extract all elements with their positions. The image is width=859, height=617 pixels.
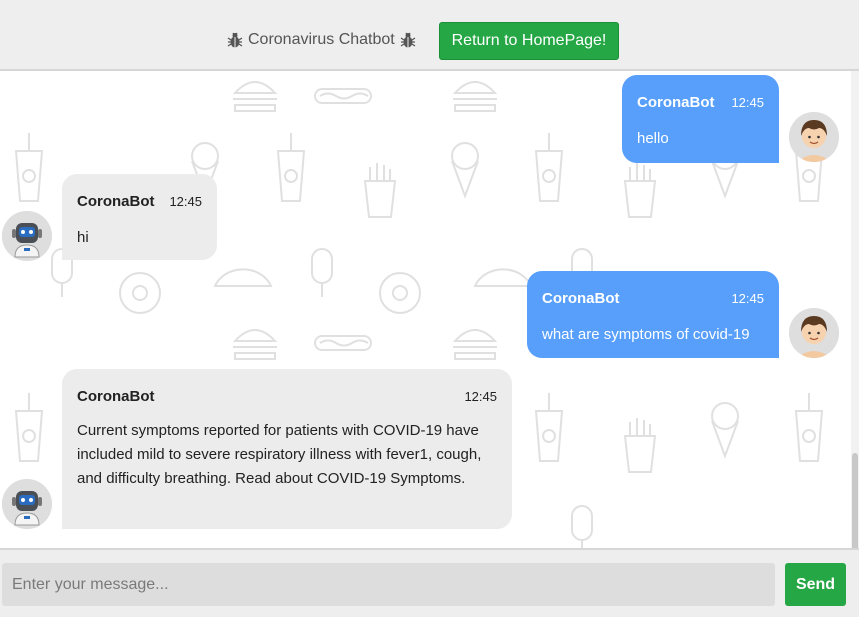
burger-icon xyxy=(452,329,498,360)
donut-icon xyxy=(119,272,161,314)
message-text: what are symptoms of covid-19 xyxy=(542,326,750,343)
message-bubble: CoronaBot 12:45 hi xyxy=(62,174,217,260)
fries-icon xyxy=(623,418,657,473)
message-text: hello xyxy=(637,130,669,147)
burger-icon xyxy=(232,329,278,360)
taco-icon xyxy=(473,268,533,287)
bot-avatar-icon xyxy=(2,211,52,261)
chat-header: Coronavirus Chatbot Return to HomePage! xyxy=(0,0,859,71)
popsicle-icon xyxy=(311,248,333,297)
chat-title-text: Coronavirus Chatbot xyxy=(248,31,395,48)
donut-icon xyxy=(379,272,421,314)
hotdog-icon xyxy=(314,335,372,351)
drink-cup-icon xyxy=(14,393,44,462)
drink-cup-icon xyxy=(794,393,824,462)
message-time: 12:45 xyxy=(731,94,764,110)
message-sender: CoronaBot xyxy=(637,93,715,111)
hotdog-icon xyxy=(314,88,372,104)
ice-cream-icon xyxy=(711,402,739,459)
drink-cup-icon xyxy=(534,393,564,462)
message-time: 12:45 xyxy=(464,388,497,404)
burger-icon xyxy=(452,81,498,112)
message-input-area: Send xyxy=(0,548,859,617)
message-bubble: CoronaBot 12:45 Current symptoms reporte… xyxy=(62,369,512,529)
send-button[interactable]: Send xyxy=(785,563,846,606)
chat-title: Coronavirus Chatbot xyxy=(226,30,417,50)
ice-cream-icon xyxy=(451,142,479,199)
user-avatar-icon xyxy=(789,112,839,162)
message-bubble: CoronaBot 12:45 what are symptoms of cov… xyxy=(527,271,779,358)
bot-avatar-icon xyxy=(2,479,52,529)
drink-cup-icon xyxy=(14,133,44,202)
return-home-button[interactable]: Return to HomePage! xyxy=(439,22,619,60)
drink-cup-icon xyxy=(534,133,564,202)
message-sender: CoronaBot xyxy=(77,387,155,405)
bug-icon xyxy=(400,32,416,48)
fries-icon xyxy=(363,163,397,218)
chat-messages-area: CoronaBot 12:45 hello CoronaBot 12:45 hi… xyxy=(0,71,859,548)
chat-scrollbar[interactable] xyxy=(851,71,859,613)
taco-icon xyxy=(213,268,273,287)
message-sender: CoronaBot xyxy=(77,192,155,210)
message-bubble: CoronaBot 12:45 hello xyxy=(622,75,779,163)
fries-icon xyxy=(623,163,657,218)
message-sender: CoronaBot xyxy=(542,289,620,307)
message-time: 12:45 xyxy=(169,193,202,209)
message-time: 12:45 xyxy=(731,290,764,306)
popsicle-icon xyxy=(571,505,593,548)
message-input[interactable] xyxy=(2,563,775,606)
drink-cup-icon xyxy=(276,133,306,202)
message-text: hi xyxy=(77,229,89,246)
message-text: Current symptoms reported for patients w… xyxy=(77,422,482,487)
burger-icon xyxy=(232,81,278,112)
bug-icon xyxy=(227,32,243,48)
user-avatar-icon xyxy=(789,308,839,358)
